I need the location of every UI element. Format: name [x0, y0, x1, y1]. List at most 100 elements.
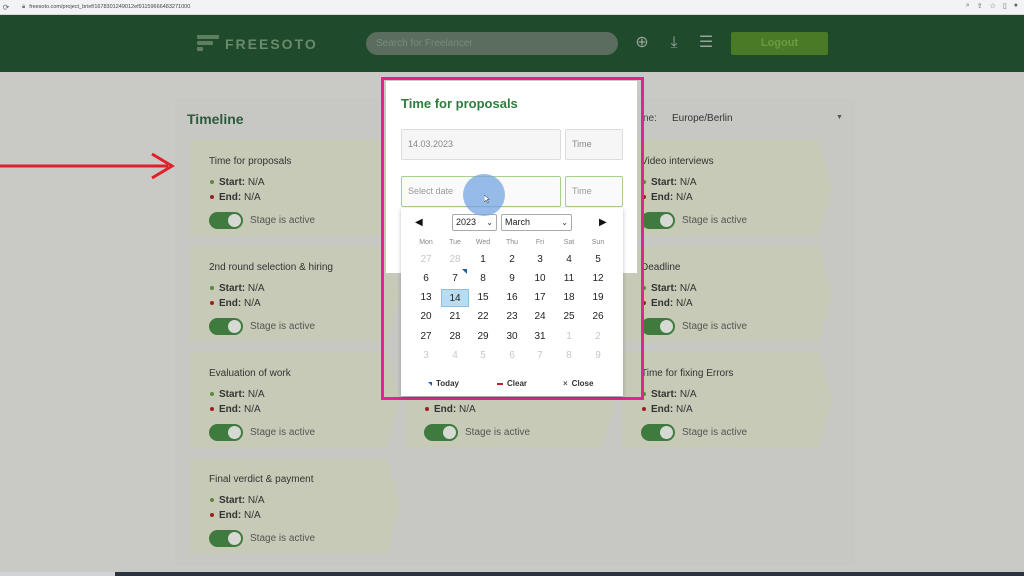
weekday-header: Tue — [449, 239, 461, 246]
clear-label: Clear — [507, 379, 528, 388]
calendar-day[interactable]: 28 — [441, 328, 469, 346]
bookmark-icon[interactable]: ☆ — [990, 2, 996, 10]
end-dot-icon — [642, 407, 646, 412]
stage-active-label: Stage is active — [250, 321, 316, 332]
freelancer-search-input[interactable]: Search for Freelancer — [366, 32, 618, 55]
prev-month-icon[interactable]: ◀ — [415, 217, 423, 228]
calendar-day[interactable]: 23 — [498, 308, 526, 326]
menu-icon[interactable]: ☰ — [698, 35, 714, 51]
close-button[interactable]: × Close — [563, 379, 593, 388]
stage-start: Start: N/A — [642, 389, 697, 400]
reload-icon[interactable]: ⟳ — [0, 3, 12, 12]
calendar-day[interactable]: 13 — [412, 289, 440, 307]
end-value: N/A — [244, 192, 261, 203]
calendar-day[interactable]: 21 — [441, 308, 469, 326]
calendar-day[interactable]: 30 — [498, 328, 526, 346]
stage-card[interactable]: Time for proposals Start: N/A End: N/A Stag… — [190, 140, 400, 236]
profile-icon[interactable]: ● — [1014, 2, 1018, 10]
calendar-day[interactable]: 22 — [469, 308, 497, 326]
stage-end: End: N/A — [642, 192, 693, 203]
month-select[interactable]: March ⌄ — [501, 214, 572, 231]
start-label: Start: — [651, 283, 678, 294]
stage-start: Start: N/A — [210, 283, 265, 294]
timezone-select[interactable]: Europe/Berlin — [672, 113, 733, 124]
start-value: N/A — [679, 283, 697, 294]
today-marker-icon — [428, 381, 432, 386]
year-select[interactable]: 2023 ⌄ — [452, 214, 497, 231]
weekday-header: Sun — [591, 239, 605, 246]
address-bar[interactable]: freesoto.com/project_brief/1678301249012… — [29, 4, 190, 10]
calendar-day[interactable]: 15 — [469, 289, 497, 307]
next-month-icon[interactable]: ▶ — [599, 217, 607, 228]
stage-active-toggle[interactable] — [209, 530, 243, 547]
stage-active-label: Stage is active — [465, 427, 531, 438]
calendar-day[interactable]: 31 — [526, 328, 554, 346]
calendar-day[interactable]: 12 — [584, 270, 612, 288]
logout-button[interactable]: Logout — [731, 32, 828, 55]
stage-active-toggle[interactable] — [209, 212, 243, 229]
calendar-day[interactable]: 1 — [469, 251, 497, 269]
stage-end: End: N/A — [642, 404, 693, 415]
start-value: N/A — [247, 495, 265, 506]
start-date-input[interactable]: 14.03.2023 — [401, 129, 561, 160]
calendar-day[interactable]: 19 — [584, 289, 612, 307]
calendar-day[interactable]: 29 — [469, 328, 497, 346]
end-label: End: — [651, 298, 674, 309]
end-time-input[interactable]: Time — [565, 176, 623, 207]
end-label: End: — [651, 192, 674, 203]
start-dot-icon — [210, 180, 214, 185]
share-icon[interactable]: ⇪ — [977, 2, 983, 10]
stage-card[interactable]: Video interviews Start: N/A End: N/A Stage … — [622, 140, 832, 236]
calendar-day[interactable]: 8 — [469, 270, 497, 288]
stage-card[interactable]: Time for fixing Errors Start: N/A End: N/A… — [622, 352, 832, 448]
clear-button[interactable]: Clear — [497, 379, 527, 388]
chevron-down-icon[interactable]: ▼ — [836, 114, 843, 121]
calendar-day[interactable]: 26 — [584, 308, 612, 326]
stage-card[interactable]: Evaluation of work Start: N/A End: N/A Stag… — [190, 352, 400, 448]
sidebar-icon[interactable]: ▯ — [1003, 2, 1007, 10]
stage-title: Deadline — [641, 262, 681, 273]
calendar-day[interactable]: 11 — [555, 270, 583, 288]
add-circle-icon[interactable]: ⊕ — [634, 35, 650, 51]
zoom-icon[interactable]: ⌕ — [966, 2, 970, 10]
calendar-day[interactable]: 5 — [584, 251, 612, 269]
calendar-day[interactable]: 25 — [555, 308, 583, 326]
stage-active-toggle[interactable] — [424, 424, 458, 441]
calendar-day[interactable]: 20 — [412, 308, 440, 326]
calendar-day[interactable]: 16 — [498, 289, 526, 307]
stage-active-label: Stage is active — [250, 427, 316, 438]
close-label: Close — [571, 379, 594, 388]
stage-title: Time for proposals — [209, 156, 292, 167]
stage-active-toggle[interactable] — [209, 318, 243, 335]
calendar-day[interactable]: 27 — [412, 328, 440, 346]
calendar-day[interactable]: 18 — [555, 289, 583, 307]
end-value: N/A — [459, 404, 476, 415]
today-marker-icon — [462, 269, 467, 274]
calendar-day[interactable]: 6 — [412, 270, 440, 288]
weekday-header: Fri — [535, 239, 545, 246]
calendar-day[interactable]: 4 — [555, 251, 583, 269]
calendar-day[interactable]: 2 — [498, 251, 526, 269]
calendar-day[interactable]: 3 — [526, 251, 554, 269]
stage-card[interactable]: Deadline Start: N/A End: N/A Stage is activ… — [622, 246, 832, 342]
today-label: Today — [436, 379, 459, 388]
calendar-day[interactable]: 10 — [526, 270, 554, 288]
stage-card[interactable]: 2nd round selection & hiring Start: N/A En… — [190, 246, 400, 342]
browser-actions: ⌕ ⇪ ☆ ▯ ● — [966, 2, 1018, 10]
start-time-input[interactable]: Time — [565, 129, 623, 160]
stage-active-toggle[interactable] — [209, 424, 243, 441]
calendar-day[interactable]: 9 — [498, 270, 526, 288]
stage-active-toggle[interactable] — [641, 212, 675, 229]
stage-card[interactable]: Final verdict & payment Start: N/A End: N/… — [190, 458, 400, 554]
calendar-day[interactable]: 17 — [526, 289, 554, 307]
stage-active-toggle[interactable] — [641, 318, 675, 335]
end-label: End: — [434, 404, 457, 415]
calendar-day[interactable]: 24 — [526, 308, 554, 326]
end-value: N/A — [244, 404, 261, 415]
stage-active-toggle[interactable] — [641, 424, 675, 441]
stage-end: End: N/A — [642, 298, 693, 309]
today-button[interactable]: Today — [428, 379, 459, 388]
logo[interactable]: FREESOTO — [197, 35, 318, 52]
download-icon[interactable]: ⤓ — [666, 35, 682, 51]
calendar-day[interactable]: 14 — [441, 289, 469, 307]
